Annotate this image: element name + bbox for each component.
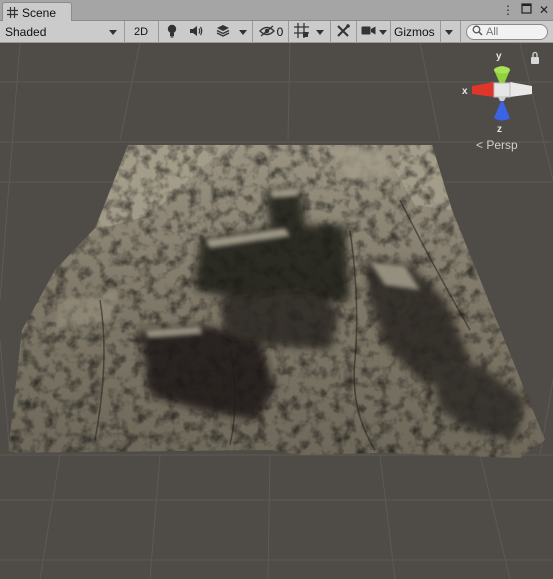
more-menu-icon[interactable]: ⋮ bbox=[502, 3, 514, 17]
scene-window: Scene ⋮ ✕ Shaded 2D 0 Gizmos All y x z <… bbox=[0, 0, 553, 579]
gizmo-center-cube[interactable] bbox=[493, 82, 511, 98]
grid-snap-icon bbox=[293, 23, 309, 41]
grid-toggle-button[interactable] bbox=[290, 22, 312, 42]
toolbar-divider bbox=[460, 21, 461, 43]
y-axis-label: y bbox=[496, 51, 502, 62]
gizmos-button[interactable]: Gizmos bbox=[391, 22, 439, 42]
chevron-down-icon bbox=[445, 29, 453, 35]
camera-icon bbox=[361, 25, 376, 39]
eye-hidden-icon bbox=[258, 25, 275, 40]
tools-button[interactable] bbox=[333, 22, 353, 42]
toolbar-divider bbox=[158, 21, 159, 43]
gizmos-label: Gizmos bbox=[394, 25, 435, 39]
search-input[interactable] bbox=[486, 26, 542, 38]
z-axis-label: z bbox=[497, 124, 502, 135]
lighting-toggle-button[interactable] bbox=[162, 22, 182, 42]
chevron-down-icon bbox=[379, 29, 387, 35]
hidden-objects-toggle[interactable]: 0 bbox=[256, 22, 286, 42]
tab-scene[interactable]: Scene bbox=[2, 2, 72, 22]
x-axis-cone[interactable] bbox=[472, 82, 494, 97]
tools-icon bbox=[336, 23, 350, 41]
toolbar-divider bbox=[330, 21, 331, 43]
lock-icon[interactable] bbox=[531, 51, 539, 65]
terrain-mesh bbox=[8, 145, 545, 458]
window-controls: ⋮ ✕ bbox=[502, 3, 549, 17]
toolbar-divider bbox=[356, 21, 357, 43]
tab-bar: Scene ⋮ ✕ bbox=[0, 0, 553, 22]
toolbar-divider bbox=[124, 21, 125, 43]
z-axis-cone[interactable] bbox=[494, 99, 510, 121]
projection-toggle[interactable]: < Persp bbox=[476, 138, 518, 152]
chevron-down-icon bbox=[109, 29, 117, 35]
gizmos-dropdown[interactable] bbox=[442, 22, 456, 42]
2d-mode-button[interactable]: 2D bbox=[128, 22, 154, 42]
chevron-down-icon bbox=[316, 29, 324, 35]
grid-dropdown[interactable] bbox=[313, 22, 327, 42]
speaker-icon bbox=[189, 25, 203, 40]
grid-icon bbox=[7, 7, 18, 18]
shading-mode-label: Shaded bbox=[5, 25, 47, 39]
toolbar-divider bbox=[252, 21, 253, 43]
maximize-icon[interactable] bbox=[521, 3, 532, 17]
effects-toggle-button[interactable] bbox=[212, 22, 234, 42]
chevron-down-icon bbox=[239, 29, 247, 35]
close-icon[interactable]: ✕ bbox=[539, 3, 549, 17]
toolbar-divider bbox=[288, 21, 289, 43]
neg-x-axis-cone[interactable] bbox=[510, 82, 532, 97]
shading-mode-dropdown[interactable]: Shaded bbox=[3, 22, 121, 42]
camera-dropdown[interactable] bbox=[377, 22, 389, 42]
lightbulb-icon bbox=[166, 24, 178, 41]
hidden-count: 0 bbox=[276, 25, 284, 39]
toolbar-divider bbox=[440, 21, 441, 43]
layers-icon bbox=[216, 24, 230, 40]
camera-button[interactable] bbox=[359, 22, 377, 42]
orientation-gizmo[interactable] bbox=[472, 66, 532, 121]
search-icon bbox=[472, 25, 483, 39]
tab-label: Scene bbox=[22, 5, 57, 20]
scene-canvas[interactable] bbox=[0, 43, 553, 579]
scene-toolbar: Shaded 2D 0 Gizmos All bbox=[0, 21, 553, 43]
audio-toggle-button[interactable] bbox=[186, 22, 206, 42]
effects-dropdown[interactable] bbox=[236, 22, 250, 42]
search-field[interactable] bbox=[466, 24, 548, 40]
x-axis-label: x bbox=[462, 86, 468, 97]
scene-viewport[interactable]: y x z < Persp bbox=[0, 43, 553, 579]
